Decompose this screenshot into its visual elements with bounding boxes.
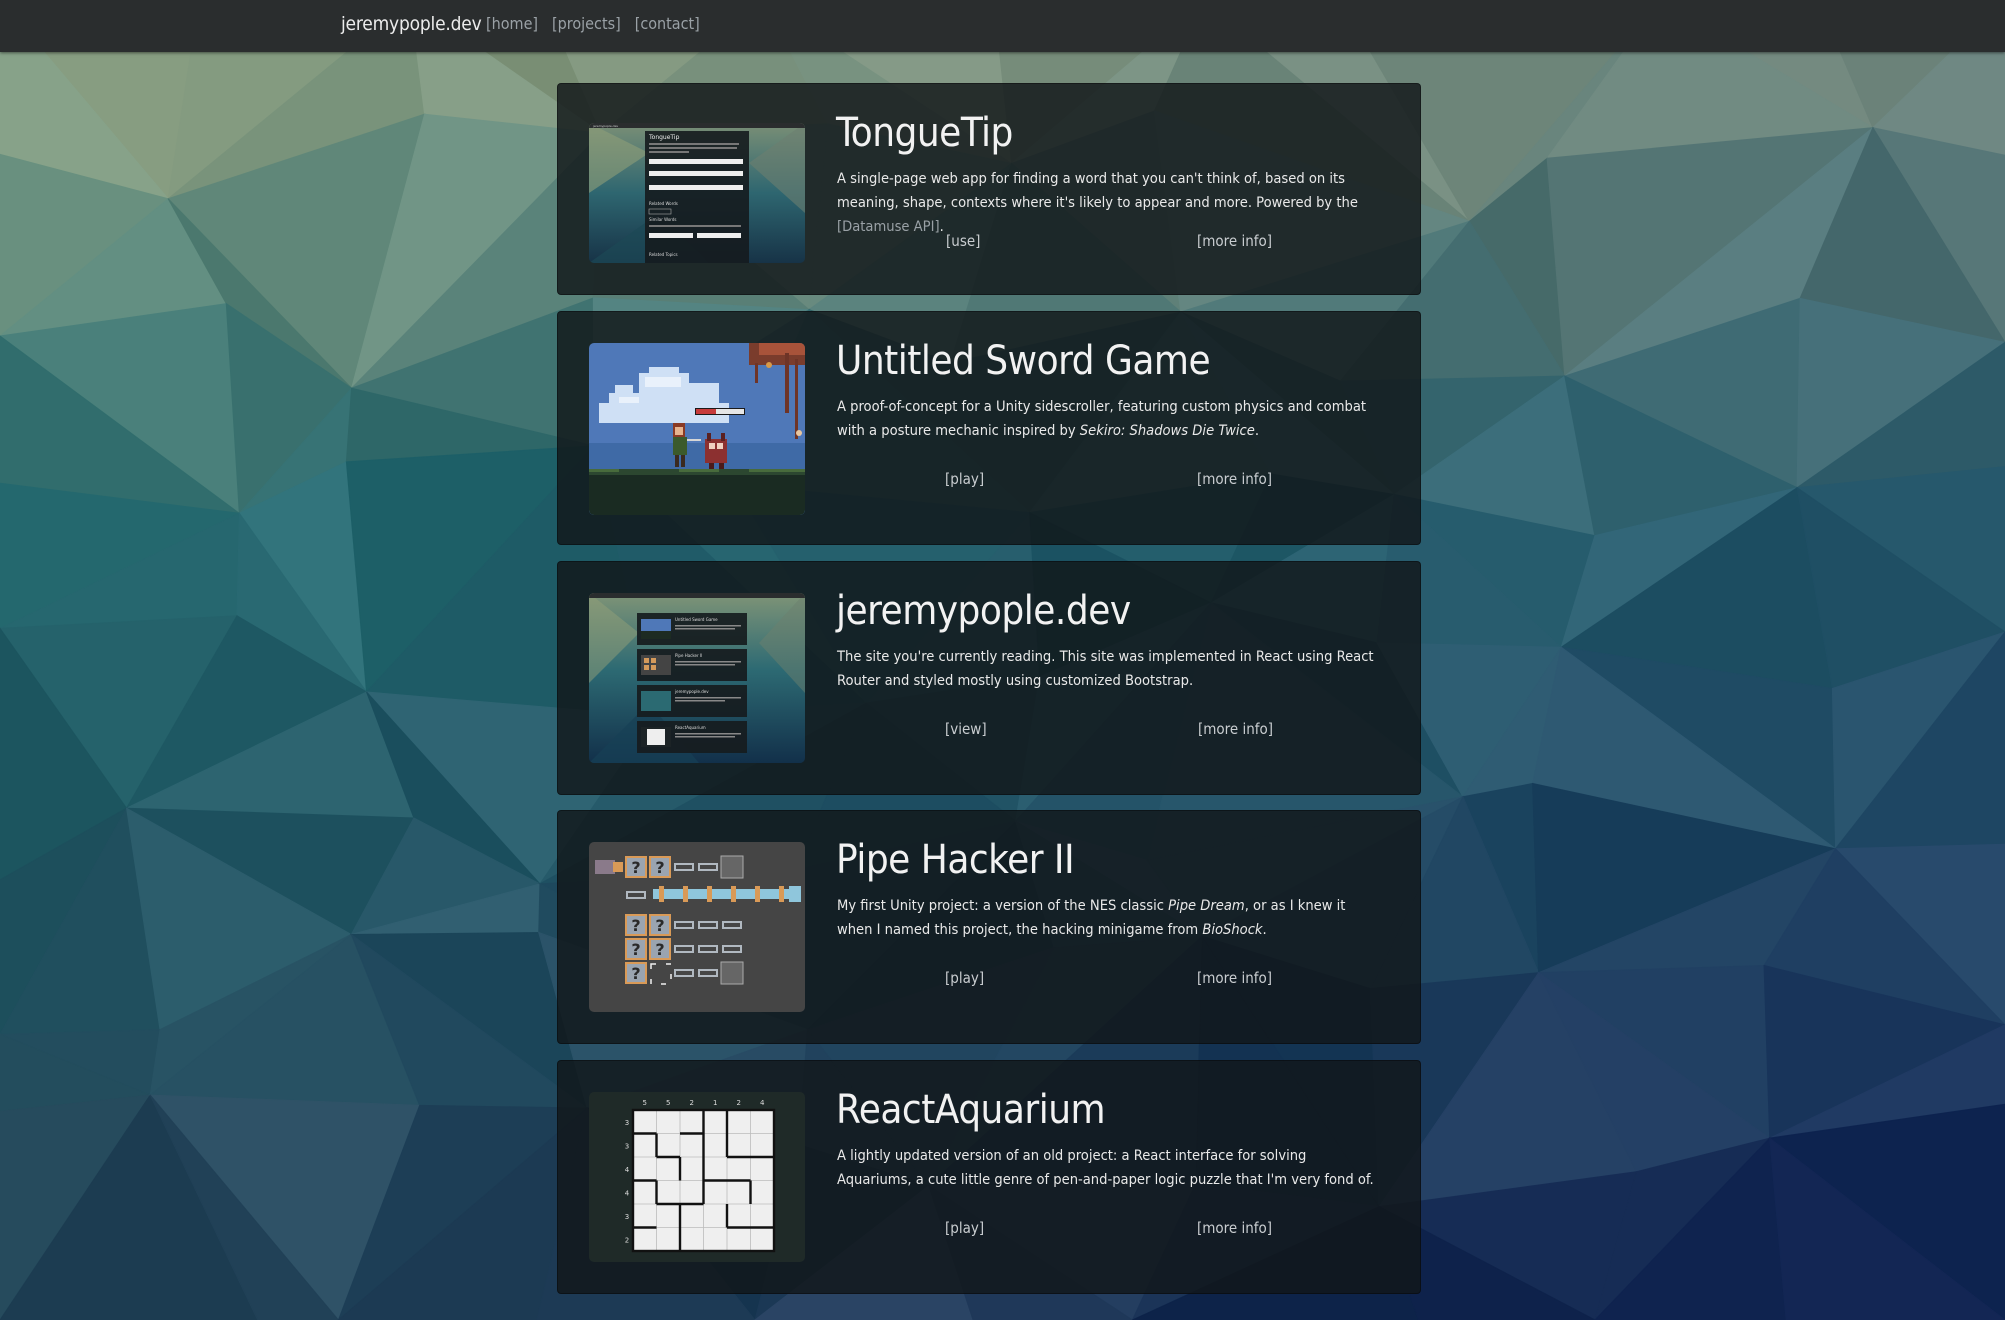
use-link[interactable]: [use] [946,232,980,250]
svg-text:jeremypople.dev: jeremypople.dev [674,689,709,694]
more-info-link[interactable]: [more info] [1197,969,1272,987]
svg-text:?: ? [631,858,640,877]
project-description: A lightly updated version of an old proj… [837,1144,1377,1192]
nav-contact-link[interactable]: [contact] [635,14,700,33]
description-text: The site you're currently reading. This … [837,648,1374,689]
navbar: jeremypople.dev [home] [projects] [conta… [0,0,2005,52]
project-description: My first Unity project: a version of the… [837,894,1377,942]
svg-text:TongueTip: TongueTip [648,134,680,141]
pipe-hacker-thumbnail: ??????? [589,842,805,1012]
nav-home-link[interactable]: [home] [486,14,538,33]
project-title: TongueTip [836,110,1013,156]
aquarium-thumbnail: 5 5 2 1 2 4 3 3 4 4 3 2 [589,1092,805,1262]
description-text: My first Unity project: a version of the… [837,897,1169,914]
row-clue: 2 [625,1236,629,1244]
project-card-tonguetip: jeremypople.dev TongueTip Related Words … [557,83,1421,295]
description-text: A single-page web app for finding a word… [837,170,1358,211]
project-card-site: Untitled Sword Game Pipe Hacker II jerem… [557,561,1421,795]
nav-links: [home] [projects] [contact] [486,14,700,33]
sekiro-title: Sekiro: Shadows Die Twice [1079,422,1255,439]
column-clue: 4 [760,1099,765,1107]
row-clue: 3 [625,1142,629,1150]
svg-text:Similar Words: Similar Words [649,217,677,222]
row-clue: 3 [625,1213,629,1221]
row-clue: 4 [625,1189,630,1197]
nav-projects-link[interactable]: [projects] [552,14,621,33]
bioshock-title: BioShock [1202,921,1263,938]
sword-game-thumbnail [589,343,805,515]
pipe-dream-title: Pipe Dream [1168,897,1245,914]
project-title: jeremypople.dev [836,588,1131,634]
row-clue: 4 [625,1166,630,1174]
project-card-pipe-hacker: ??????? Pipe Hacker II My first Unity pr… [557,810,1421,1044]
svg-text:ReactAquarium: ReactAquarium [675,725,706,730]
project-description: A proof-of-concept for a Unity sidescrol… [837,395,1377,443]
svg-text:?: ? [631,964,640,983]
play-link[interactable]: [play] [945,470,984,488]
description-text-end: . [1262,921,1267,938]
project-card-sword-game: Untitled Sword Game A proof-of-concept f… [557,311,1421,545]
datamuse-api-link[interactable]: [Datamuse API] [837,218,940,235]
project-title: Pipe Hacker II [836,837,1075,883]
column-clue: 2 [737,1099,741,1107]
svg-text:jeremypople.dev: jeremypople.dev [592,124,618,128]
tonguetip-thumbnail: jeremypople.dev TongueTip Related Words … [589,123,805,263]
svg-text:?: ? [631,916,640,935]
column-clue: 1 [713,1099,717,1107]
more-info-link[interactable]: [more info] [1197,232,1272,250]
more-info-link[interactable]: [more info] [1197,470,1272,488]
site-brand[interactable]: jeremypople.dev [341,13,482,35]
column-clue: 5 [666,1099,670,1107]
svg-text:Related Words: Related Words [649,201,678,206]
play-link[interactable]: [play] [945,969,984,987]
svg-text:Untitled Sword Game: Untitled Sword Game [675,617,718,622]
description-text-end: . [1254,422,1260,439]
project-description: The site you're currently reading. This … [837,645,1377,693]
column-clue: 5 [643,1099,647,1107]
view-link[interactable]: [view] [945,720,987,738]
site-thumbnail: Untitled Sword Game Pipe Hacker II jerem… [589,593,805,763]
svg-text:Related Topics: Related Topics [649,252,678,257]
description-text-end: . [939,218,944,235]
svg-text:?: ? [655,858,664,877]
project-title: Untitled Sword Game [836,338,1211,384]
svg-text:?: ? [631,940,640,959]
column-clue: 2 [690,1099,694,1107]
play-link[interactable]: [play] [945,1219,984,1237]
project-title: ReactAquarium [836,1087,1106,1133]
more-info-link[interactable]: [more info] [1198,720,1273,738]
description-text: A lightly updated version of an old proj… [837,1147,1374,1188]
project-description: A single-page web app for finding a word… [837,167,1377,239]
svg-text:Pipe Hacker II: Pipe Hacker II [675,653,702,658]
project-card-react-aquarium: 5 5 2 1 2 4 3 3 4 4 3 2 ReactAquarium A lightly upd… [557,1060,1421,1294]
more-info-link[interactable]: [more info] [1197,1219,1272,1237]
svg-text:?: ? [655,940,664,959]
row-clue: 3 [625,1119,629,1127]
svg-text:?: ? [655,916,664,935]
